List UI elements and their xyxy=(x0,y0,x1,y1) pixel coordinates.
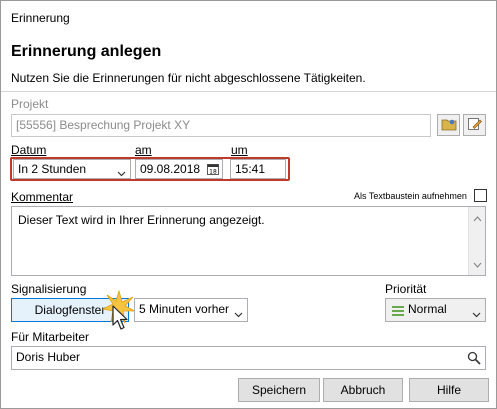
edit-project-button[interactable] xyxy=(463,114,486,136)
prioritaet-value: Normal xyxy=(408,302,447,316)
am-label: am xyxy=(135,143,152,157)
page-title: Erinnerung anlegen xyxy=(11,43,162,60)
textbaustein-checkbox[interactable] xyxy=(474,189,487,202)
scrollbar[interactable] xyxy=(468,207,485,275)
page-subtitle: Nutzen Sie die Erinnerungen für nicht ab… xyxy=(11,71,366,85)
hilfe-button[interactable]: Hilfe xyxy=(409,378,489,402)
scroll-up-icon[interactable] xyxy=(473,211,482,225)
prioritaet-select[interactable]: Normal xyxy=(385,298,486,322)
chevron-down-icon xyxy=(472,307,481,321)
signalisierung-label: Signalisierung xyxy=(11,282,87,296)
header-divider xyxy=(1,91,496,92)
textbaustein-label: Als Textbaustein aufnehmen xyxy=(354,191,467,201)
projekt-field[interactable]: [55556] Besprechung Projekt XY xyxy=(11,114,431,137)
scroll-down-icon[interactable] xyxy=(473,257,482,271)
mitarbeiter-label: Für Mitarbeiter xyxy=(11,330,90,344)
edit-icon xyxy=(467,117,483,134)
interval-value: 5 Minuten vorher xyxy=(139,302,230,316)
mitarbeiter-value: Doris Huber xyxy=(16,350,81,364)
open-project-button[interactable] xyxy=(437,114,460,136)
projekt-label: Projekt xyxy=(11,97,49,111)
kommentar-text: Dieser Text wird in Ihrer Erinnerung ang… xyxy=(18,213,265,227)
chevron-down-icon xyxy=(234,307,243,321)
kommentar-textarea[interactable]: Dieser Text wird in Ihrer Erinnerung ang… xyxy=(11,206,486,276)
search-icon[interactable] xyxy=(467,351,481,368)
speichern-button[interactable]: Speichern xyxy=(238,378,320,402)
um-label: um xyxy=(231,143,248,157)
reminder-dialog: Erinnerung Erinnerung anlegen Nutzen Sie… xyxy=(0,0,497,409)
folder-icon xyxy=(441,117,457,134)
mouse-cursor-icon xyxy=(111,305,129,334)
interval-select[interactable]: 5 Minuten vorher xyxy=(134,298,248,322)
abbruch-button[interactable]: Abbruch xyxy=(323,378,403,402)
kommentar-label: Kommentar xyxy=(11,190,74,204)
title-bar: Erinnerung xyxy=(1,1,496,33)
datum-label: Datum xyxy=(11,143,47,157)
prioritaet-label: Priorität xyxy=(385,282,427,296)
dialogfenster-label: Dialogfenster xyxy=(34,303,106,317)
window-title: Erinnerung xyxy=(11,11,70,25)
priority-normal-icon xyxy=(392,306,404,318)
highlight-box xyxy=(10,157,290,181)
mitarbeiter-field[interactable]: Doris Huber xyxy=(11,346,486,370)
